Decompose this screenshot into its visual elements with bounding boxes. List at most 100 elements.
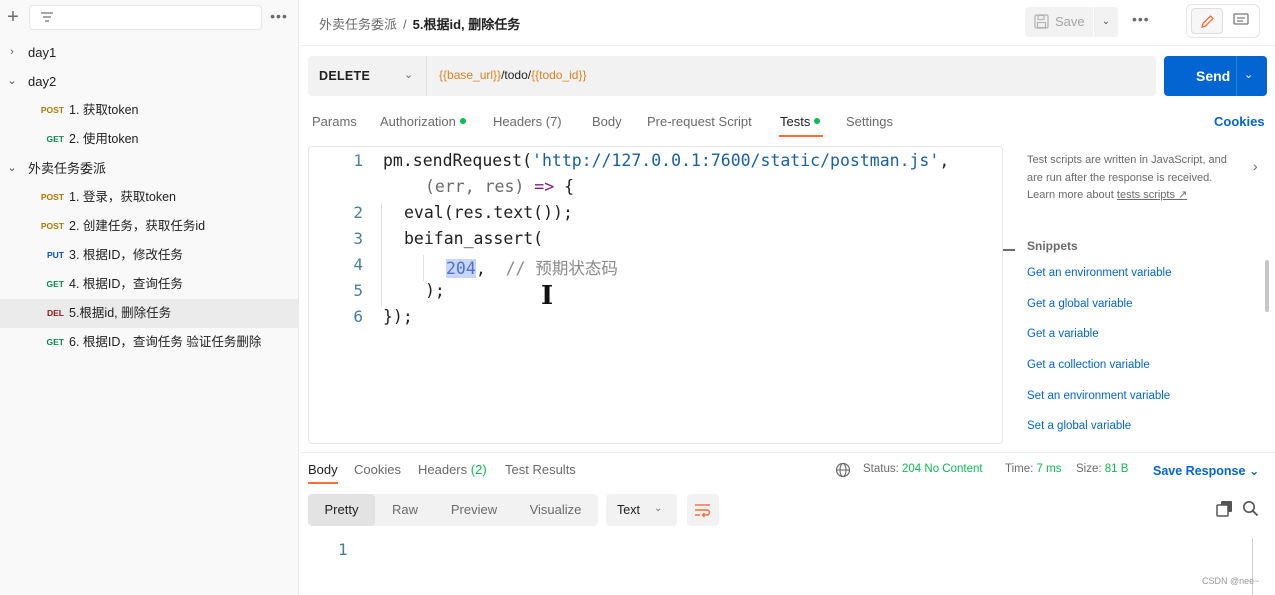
folder-day1[interactable]: › day1	[0, 38, 299, 67]
request-item[interactable]: GET 4. 根据ID，查询任务	[0, 270, 299, 299]
globe-icon[interactable]	[835, 462, 851, 478]
documentation-button[interactable]	[1225, 8, 1257, 34]
breadcrumb-separator: /	[403, 17, 407, 32]
view-pretty[interactable]: Pretty	[308, 494, 375, 526]
request-label: 6. 根据ID，查询任务 验证任务删除	[69, 335, 262, 349]
send-divider	[1236, 56, 1237, 96]
response-scrollbar[interactable]	[1252, 538, 1253, 595]
watermark: CSDN @nee~	[1202, 576, 1260, 586]
snippet-link[interactable]: Set a global variable	[1027, 420, 1131, 432]
size-value: 81 B	[1104, 463, 1129, 475]
request-item-active[interactable]: DEL 5.根据id, 删除任务	[0, 299, 299, 328]
snippet-link[interactable]: Get a variable	[1027, 328, 1099, 340]
chevron-down-icon[interactable]: ⌄	[1244, 68, 1253, 81]
tab-label: Cookies	[354, 462, 401, 477]
url-input[interactable]: {{base_url}}/todo/{{todo_id}}	[439, 68, 587, 82]
save-icon	[1034, 14, 1049, 29]
breadcrumb-parent[interactable]: 外卖任务委派	[319, 17, 397, 32]
method-select[interactable]: DELETE ⌄	[308, 56, 427, 96]
search-icon[interactable]	[1242, 500, 1259, 517]
tests-scripts-link[interactable]: tests scripts ↗	[1117, 189, 1187, 201]
request-item[interactable]: POST 2. 创建任务，获取任务id	[0, 212, 299, 241]
tab-response-body[interactable]: Body	[308, 462, 338, 477]
tab-body[interactable]: Body	[592, 114, 622, 129]
view-visualize[interactable]: Visualize	[513, 494, 598, 526]
tab-tests[interactable]: Tests	[780, 114, 821, 129]
test-script-editor[interactable]: 1 2 3 4 5 6 pm.sendRequest('http://127.0…	[308, 146, 1003, 444]
request-item[interactable]: GET 2. 使用token	[0, 125, 299, 154]
tab-label: Headers	[418, 462, 468, 477]
chevron-right-icon[interactable]: ›	[6, 38, 18, 67]
more-icon[interactable]: •••	[1132, 11, 1150, 27]
tab-response-cookies[interactable]: Cookies	[354, 462, 401, 477]
chevron-down-icon[interactable]: ⌄	[6, 154, 18, 183]
sidebar-more-icon[interactable]: •••	[268, 6, 290, 26]
view-preview[interactable]: Preview	[435, 494, 513, 526]
snippet-link[interactable]: Set an environment variable	[1027, 390, 1170, 402]
request-item[interactable]: PUT 3. 根据ID，修改任务	[0, 241, 299, 270]
headers-count: (2)	[470, 462, 487, 477]
view-raw[interactable]: Raw	[375, 494, 435, 526]
chevron-down-icon[interactable]: ⌄	[1094, 7, 1118, 37]
chevron-down-icon: ⌄	[654, 503, 663, 514]
response-time[interactable]: Time: 7 ms	[1005, 463, 1061, 475]
status-value: 204 No Content	[902, 463, 983, 475]
code-token: ,	[475, 259, 506, 278]
request-label: 4. 根据ID，查询任务	[69, 277, 183, 291]
tab-settings[interactable]: Settings	[846, 114, 893, 129]
code-line: eval(res.text());	[404, 203, 573, 222]
chevron-down-icon[interactable]: ⌄	[6, 67, 18, 96]
folder-label: day1	[28, 45, 57, 60]
request-item[interactable]: GET 6. 根据ID，查询任务 验证任务删除	[0, 328, 299, 357]
format-select[interactable]: Text ⌄	[606, 494, 677, 526]
collection-tree: › day1 ⌄ day2 POST 1. 获取token GET 2. 使用t…	[0, 38, 299, 357]
tab-test-results[interactable]: Test Results	[505, 462, 576, 477]
response-size[interactable]: Size: 81 B	[1076, 463, 1128, 475]
folder-label: 外卖任务委派	[28, 161, 107, 176]
method-badge: POST	[40, 192, 64, 202]
snippet-link[interactable]: Get a global variable	[1027, 298, 1132, 310]
folder-waimai[interactable]: ⌄ 外卖任务委派	[0, 154, 299, 183]
folder-day2[interactable]: ⌄ day2	[0, 67, 299, 96]
save-response-button[interactable]: Save Response ⌄	[1153, 463, 1259, 478]
snippet-link[interactable]: Get a collection variable	[1027, 359, 1150, 371]
response-status[interactable]: Status: 204 No Content	[863, 463, 983, 475]
tab-authorization[interactable]: Authorization	[380, 114, 466, 129]
wrap-lines-button[interactable]	[687, 494, 719, 526]
wrap-icon	[695, 504, 711, 518]
tab-label: Params	[312, 114, 357, 129]
copy-icon[interactable]	[1216, 500, 1233, 517]
request-header: 外卖任务委派 / 5.根据id, 删除任务 Save ⌄ •••	[300, 0, 1275, 46]
snippets-scrollbar[interactable]	[1265, 260, 1269, 312]
code-selection: 204	[446, 259, 476, 278]
format-label: Text	[617, 503, 640, 517]
tab-response-headers[interactable]: Headers (2)	[418, 462, 487, 477]
cookies-link[interactable]: Cookies	[1214, 114, 1265, 129]
method-badge: GET	[46, 134, 64, 144]
code-string: 'http://127.0.0.1:7600/static/postman.js…	[532, 151, 940, 170]
send-button[interactable]: Send ⌄	[1164, 56, 1267, 96]
tab-pre-request-script[interactable]: Pre-request Script	[647, 114, 752, 129]
chevron-right-icon[interactable]: ›	[1253, 158, 1258, 174]
line-number: 4	[353, 255, 363, 274]
response-divider[interactable]	[300, 452, 1275, 453]
tab-label: Authorization	[380, 114, 456, 129]
size-label: Size:	[1076, 463, 1102, 475]
filter-icon	[41, 12, 53, 22]
code-token: ,	[939, 151, 950, 170]
filter-input[interactable]	[29, 5, 262, 30]
plus-icon[interactable]: +	[4, 6, 22, 28]
snippet-link[interactable]: Get an environment variable	[1027, 267, 1171, 279]
request-item[interactable]: POST 1. 获取token	[0, 96, 299, 125]
url-bar: DELETE ⌄ {{base_url}}/todo/{{todo_id}}	[308, 56, 1156, 96]
edit-mode-button[interactable]	[1191, 8, 1223, 34]
tab-params[interactable]: Params	[312, 114, 357, 129]
save-button[interactable]: Save	[1025, 7, 1093, 37]
line-number: 5	[353, 281, 363, 300]
breadcrumb-current[interactable]: 5.根据id, 删除任务	[413, 17, 521, 32]
request-item[interactable]: POST 1. 登录，获取token	[0, 183, 299, 212]
status-dot	[459, 118, 466, 124]
editor-scrollbar[interactable]	[1003, 146, 1015, 444]
active-tab-indicator	[779, 135, 823, 137]
tab-headers[interactable]: Headers (7)	[493, 114, 562, 129]
